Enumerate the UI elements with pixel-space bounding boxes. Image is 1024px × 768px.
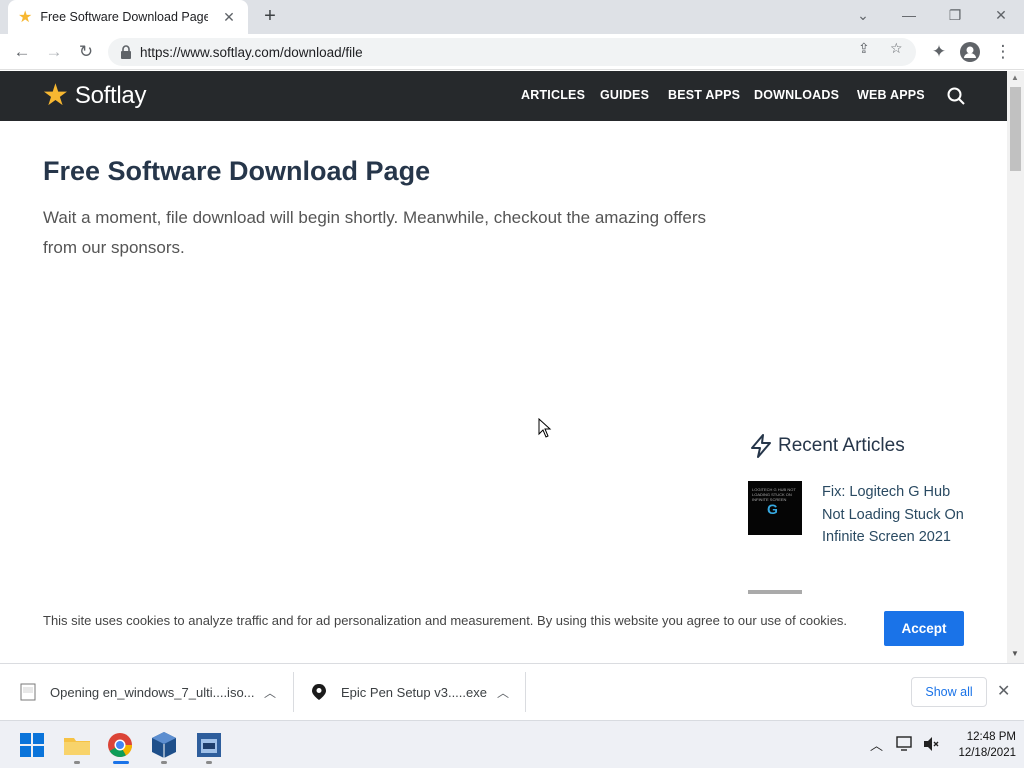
windows-taskbar: ︿ 12:48 PM 12/18/2021 bbox=[0, 720, 1024, 768]
restore-icon[interactable]: ❐ bbox=[932, 0, 978, 34]
taskbar-indicator bbox=[161, 761, 167, 764]
tab-title: Free Software Download Page - Softlay bbox=[40, 10, 209, 24]
address-bar[interactable]: https://www.softlay.com/download/file bbox=[108, 38, 916, 66]
download-shelf: Opening en_windows_7_ulti....iso... ︿ Ep… bbox=[0, 663, 1024, 720]
article-thumbnail[interactable]: LOGITECH G HUB NOT LOADING STUCK ON INFI… bbox=[748, 481, 802, 535]
speaker-muted-icon[interactable] bbox=[922, 736, 940, 752]
page-scrollbar[interactable]: ▲ ▼ bbox=[1007, 71, 1024, 663]
file-explorer-icon[interactable] bbox=[61, 729, 93, 761]
scroll-up-icon[interactable]: ▲ bbox=[1011, 73, 1019, 82]
article-thumbnail-2[interactable] bbox=[748, 590, 802, 594]
virtualbox-icon[interactable] bbox=[148, 729, 180, 761]
search-icon[interactable] bbox=[946, 86, 966, 106]
intro-text: Wait a moment, file download will begin … bbox=[43, 208, 707, 257]
site-header: ★ Softlay ARTICLES GUIDES BEST APPS DOWN… bbox=[0, 71, 1007, 121]
nav-web-apps[interactable]: WEB APPS bbox=[857, 88, 925, 102]
minimize-icon[interactable]: — bbox=[886, 0, 932, 34]
article-link[interactable]: Fix: Logitech G Hub Not Loading Stuck On… bbox=[822, 481, 972, 549]
download-options-chevron-icon[interactable]: ︿ bbox=[264, 684, 276, 701]
nav-articles[interactable]: ARTICLES bbox=[521, 88, 585, 102]
taskbar-indicator bbox=[206, 761, 212, 764]
show-all-downloads-button[interactable]: Show all bbox=[911, 677, 987, 707]
url-text: https://www.softlay.com/download/file bbox=[140, 44, 363, 60]
scrollbar-thumb[interactable] bbox=[1010, 87, 1021, 171]
tab-close-icon[interactable]: ✕ bbox=[220, 9, 238, 26]
page-title: Free Software Download Page bbox=[43, 156, 431, 186]
iso-file-icon bbox=[20, 683, 36, 701]
taskbar-indicator bbox=[74, 761, 80, 764]
chrome-icon[interactable] bbox=[104, 729, 136, 761]
tab-search-chevron-icon[interactable]: ⌄ bbox=[840, 0, 886, 34]
cpu-z-icon[interactable] bbox=[193, 729, 225, 761]
bookmark-star-icon[interactable]: ☆ bbox=[890, 40, 903, 57]
browser-tab-active[interactable]: ★ Free Software Download Page - Softlay … bbox=[8, 0, 248, 34]
reload-icon[interactable]: ↻ bbox=[73, 39, 99, 65]
epic-pen-icon bbox=[312, 684, 326, 700]
download-separator bbox=[293, 672, 294, 712]
browser-toolbar: ← → ↻ https://www.softlay.com/download/f… bbox=[0, 34, 1024, 70]
browser-menu-icon[interactable]: ⋮ bbox=[990, 39, 1016, 65]
clock-date: 12/18/2021 bbox=[958, 747, 1016, 759]
new-tab-button[interactable]: + bbox=[258, 5, 282, 29]
download-item-exe[interactable]: Epic Pen Setup v3.....exe ︿ bbox=[311, 664, 521, 720]
thumbnail-caption: LOGITECH G HUB NOT LOADING STUCK ON INFI… bbox=[752, 487, 796, 502]
window-close-icon[interactable]: ✕ bbox=[978, 0, 1024, 34]
download-separator bbox=[525, 672, 526, 712]
show-hidden-icons-chevron-icon[interactable]: ︿ bbox=[870, 735, 883, 754]
logo-star-icon: ★ bbox=[42, 79, 69, 112]
download-name: Epic Pen Setup v3.....exe bbox=[341, 684, 487, 700]
star-favicon-icon: ★ bbox=[18, 9, 33, 26]
site-logo[interactable]: ★ Softlay bbox=[42, 81, 146, 111]
forward-arrow-icon[interactable]: → bbox=[41, 39, 67, 65]
download-name: Opening en_windows_7_ulti....iso... bbox=[50, 684, 255, 700]
back-arrow-icon[interactable]: ← bbox=[9, 39, 35, 65]
close-shelf-icon[interactable]: ✕ bbox=[997, 681, 1010, 701]
taskbar-active-indicator bbox=[113, 761, 129, 764]
share-icon[interactable]: ⇪ bbox=[858, 40, 870, 57]
extensions-puzzle-icon[interactable]: ✦ bbox=[926, 39, 952, 65]
browser-tab-strip: ★ Free Software Download Page - Softlay … bbox=[0, 0, 1024, 34]
recent-articles-title: Recent Articles bbox=[778, 435, 905, 456]
network-icon[interactable] bbox=[896, 736, 914, 752]
clock-time: 12:48 PM bbox=[966, 731, 1016, 743]
logo-text: Softlay bbox=[74, 82, 147, 109]
download-item-iso[interactable]: Opening en_windows_7_ulti....iso... ︿ bbox=[20, 664, 290, 720]
lock-icon bbox=[121, 45, 131, 59]
download-options-chevron-icon[interactable]: ︿ bbox=[497, 684, 509, 701]
cookie-text: This site uses cookies to analyze traffi… bbox=[43, 613, 848, 628]
nav-guides[interactable]: GUIDES bbox=[600, 88, 649, 102]
mouse-cursor-icon bbox=[538, 418, 552, 438]
scroll-down-icon[interactable]: ▼ bbox=[1011, 649, 1019, 658]
lightning-bolt-icon bbox=[751, 434, 771, 458]
logitech-logo-icon: G bbox=[767, 501, 778, 517]
nav-best-apps[interactable]: BEST APPS bbox=[668, 88, 740, 102]
system-clock[interactable]: 12:48 PM 12/18/2021 bbox=[940, 729, 1016, 761]
accept-cookies-button[interactable]: Accept bbox=[884, 611, 964, 646]
profile-avatar-icon[interactable] bbox=[957, 39, 983, 65]
nav-downloads[interactable]: DOWNLOADS bbox=[754, 88, 839, 102]
recent-articles-heading: Recent Articles bbox=[750, 434, 905, 458]
cookie-consent-bar: This site uses cookies to analyze traffi… bbox=[0, 600, 1007, 663]
windows-start-icon[interactable] bbox=[16, 729, 48, 761]
